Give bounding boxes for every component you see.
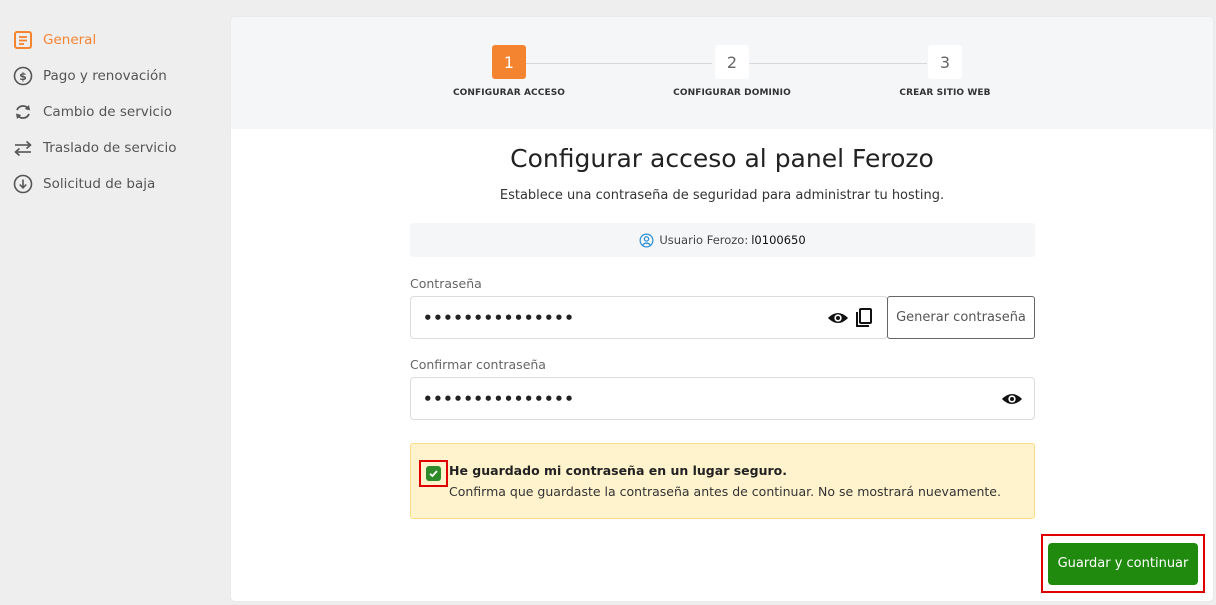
sidebar-item-traslado[interactable]: Traslado de servicio [0, 130, 222, 166]
password-input[interactable]: ••••••••••••••• [410, 296, 888, 339]
page-subtitle: Establece una contraseña de seguridad pa… [499, 188, 945, 203]
user-info: Usuario Ferozo: l0100650 [410, 223, 1035, 257]
save-button-highlight: Guardar y continuar [1041, 534, 1205, 593]
main-card: 1 2 3 CONFIGURAR ACCESO CONFIGURAR DOMIN… [231, 17, 1213, 601]
save-and-continue-button[interactable]: Guardar y continuar [1048, 542, 1198, 585]
step-3-label: CREAR SITIO WEB [899, 88, 991, 98]
transfer-icon [12, 137, 34, 159]
notice-text: Confirma que guardaste la contraseña ant… [449, 484, 1001, 499]
dollar-icon: $ [12, 65, 34, 87]
copy-icon[interactable] [854, 307, 874, 329]
sidebar-item-label: Pago y renovación [43, 68, 167, 84]
step-connector [526, 63, 712, 64]
sidebar-item-pago[interactable]: $ Pago y renovación [0, 58, 222, 94]
download-circle-icon [12, 173, 34, 195]
step-1-number: 1 [492, 45, 526, 79]
password-value: ••••••••••••••• [423, 308, 575, 327]
refresh-icon [12, 101, 34, 123]
confirm-password-value: ••••••••••••••• [423, 389, 575, 408]
eye-icon[interactable] [1001, 390, 1023, 408]
notice-title: He guardado mi contraseña en un lugar se… [449, 463, 787, 478]
stepper: 1 2 3 CONFIGURAR ACCESO CONFIGURAR DOMIN… [231, 17, 1213, 129]
step-1-label: CONFIGURAR ACCESO [452, 88, 566, 98]
svg-text:$: $ [19, 70, 27, 83]
saved-password-checkbox[interactable] [426, 466, 441, 481]
password-label: Contraseña [410, 276, 482, 291]
confirm-password-label: Confirmar contraseña [410, 357, 546, 372]
step-2-number: 2 [715, 45, 749, 79]
check-icon [429, 470, 438, 478]
sidebar-item-label: Traslado de servicio [43, 140, 177, 156]
sidebar-item-label: Cambio de servicio [43, 104, 172, 120]
sidebar-item-label: General [43, 32, 97, 48]
checkbox-highlight [419, 460, 448, 487]
sidebar-item-cambio[interactable]: Cambio de servicio [0, 94, 222, 130]
user-value: l0100650 [751, 233, 806, 247]
step-connector [749, 63, 927, 64]
step-2-label: CONFIGURAR DOMINIO [673, 88, 791, 98]
sidebar-item-general[interactable]: General [0, 22, 222, 58]
sidebar: General $ Pago y renovación Cambio de se… [0, 0, 222, 605]
eye-icon[interactable] [827, 309, 849, 327]
save-confirmation-notice: He guardado mi contraseña en un lugar se… [410, 443, 1035, 519]
document-icon [12, 29, 34, 51]
sidebar-item-label: Solicitud de baja [43, 176, 156, 192]
step-3-number: 3 [928, 45, 962, 79]
generate-password-button[interactable]: Generar contraseña [887, 296, 1035, 339]
user-label: Usuario Ferozo: [659, 233, 749, 247]
page-title: Configurar acceso al panel Ferozo [510, 144, 934, 173]
user-circle-icon [639, 233, 654, 247]
sidebar-item-baja[interactable]: Solicitud de baja [0, 166, 222, 202]
confirm-password-input[interactable]: ••••••••••••••• [410, 377, 1035, 420]
